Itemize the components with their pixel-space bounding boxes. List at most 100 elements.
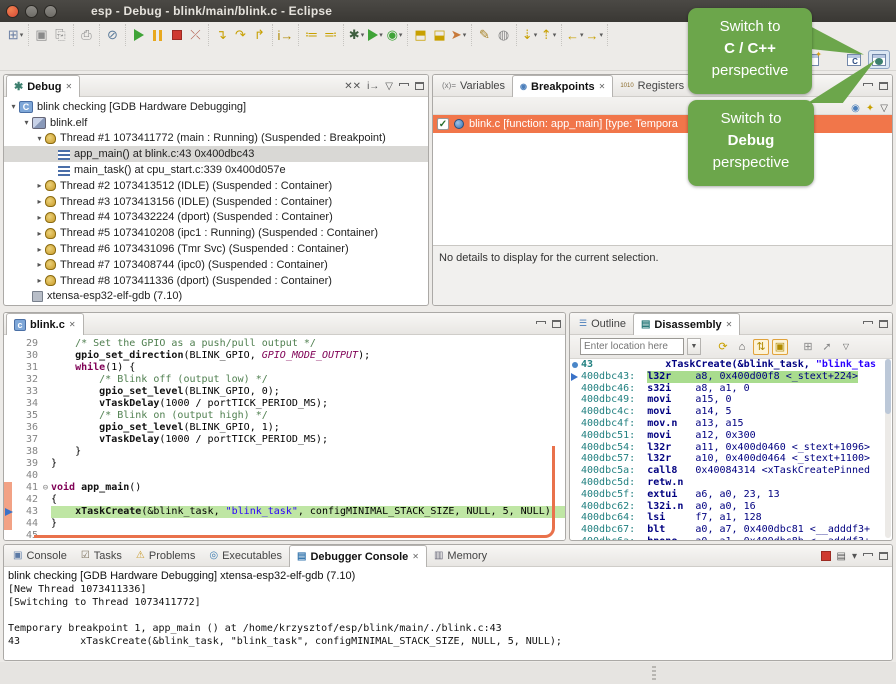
expander-icon[interactable]: ▸: [34, 245, 45, 254]
editor-line[interactable]: 38 }: [4, 446, 565, 458]
disassembly-line[interactable]: 43 xTaskCreate(&blink_task, "blink_tas: [570, 359, 885, 371]
editor-line[interactable]: 31 while(1) {: [4, 362, 565, 374]
maximize-view-icon[interactable]: [415, 82, 424, 90]
editor-line[interactable]: 42{: [4, 494, 565, 506]
dropdown-arrow-icon[interactable]: ▾: [379, 31, 383, 39]
expander-icon[interactable]: ▸: [34, 197, 45, 206]
close-tab-icon[interactable]: ✕: [599, 82, 606, 91]
tab-outline[interactable]: ☰Outline: [572, 313, 633, 334]
expander-icon[interactable]: ▸: [34, 213, 45, 222]
tab-tasks[interactable]: ☑Tasks: [74, 545, 129, 566]
view-menu-icon[interactable]: ▽: [880, 103, 888, 114]
external-tools-button[interactable]: ◉▾: [386, 26, 403, 44]
dropdown-arrow-icon[interactable]: ▾: [534, 31, 538, 39]
disassembly-line[interactable]: 400dbc67: blt a0, a7, 0x400dbc81 <__addd…: [570, 524, 885, 536]
search-button[interactable]: ✎: [476, 26, 493, 44]
dropdown-arrow-icon[interactable]: ▾: [463, 31, 467, 39]
open-new-view-icon[interactable]: ⊞: [800, 339, 816, 355]
editor-line[interactable]: 29 /* Set the GPIO as a push/pull output…: [4, 338, 565, 350]
step-return-button[interactable]: ↱: [251, 26, 268, 44]
expander-icon[interactable]: ▸: [34, 181, 45, 190]
save-button[interactable]: ▣: [33, 26, 50, 44]
code-editor[interactable]: 29 /* Set the GPIO as a push/pull output…: [4, 335, 565, 540]
debug-tree-item[interactable]: main_task() at cpu_start.c:339 0x400d057…: [4, 162, 428, 178]
tab-registers[interactable]: 1010Registers: [613, 75, 691, 96]
terminate-console-icon[interactable]: [821, 551, 831, 561]
dropdown-arrow-icon[interactable]: ▾: [361, 31, 365, 39]
disassembly-line[interactable]: 400dbc57: l32r a10, 0x400d0464 <_stext+1…: [570, 453, 885, 465]
minimize-view-icon[interactable]: [863, 83, 873, 86]
editor-line[interactable]: 32 /* Blink off (output low) */: [4, 374, 565, 386]
disassembly-line[interactable]: 400dbc6a: bnone a0, a1, 0x400dbc8b <__ad…: [570, 536, 885, 540]
instruction-stepping-button[interactable]: i→: [277, 26, 294, 44]
console-dropdown-icon[interactable]: ▾: [852, 551, 857, 562]
debug-tree-item[interactable]: ▾blink.elf: [4, 115, 428, 131]
disassembly-line[interactable]: 400dbc51: movi a12, 0x300: [570, 430, 885, 442]
previous-annotation-button[interactable]: ⇡▾: [540, 26, 557, 44]
next-annotation-button[interactable]: ⇣▾: [521, 26, 538, 44]
disconnect-button[interactable]: ⤫: [187, 26, 204, 44]
close-tab-icon[interactable]: ✕: [412, 552, 419, 561]
refresh-icon[interactable]: ⟳: [715, 339, 731, 355]
disassembly-line[interactable]: 400dbc4c: movi a14, 5: [570, 406, 885, 418]
dropdown-arrow-icon[interactable]: ▾: [600, 31, 604, 39]
editor-line[interactable]: 33 gpio_set_level(BLINK_GPIO, 0);: [4, 386, 565, 398]
use-step-filters-button[interactable]: ≔: [303, 26, 320, 44]
expander-icon[interactable]: ▾: [34, 134, 45, 143]
step-over-button[interactable]: ↷: [232, 26, 249, 44]
fold-marker-icon[interactable]: ⊖: [40, 482, 51, 494]
remove-terminated-icon[interactable]: ✕✕: [344, 81, 361, 92]
breakpoint-groups-icon[interactable]: ✦: [866, 103, 874, 114]
tab-console[interactable]: ▣Console: [6, 545, 74, 566]
location-dropdown[interactable]: ▼: [687, 338, 701, 355]
debug-tree-item[interactable]: ▸Thread #2 1073413512 (IDLE) (Suspended …: [4, 178, 428, 194]
editor-line[interactable]: 34 vTaskDelay(1000 / portTICK_PERIOD_MS)…: [4, 398, 565, 410]
editor-line[interactable]: 45: [4, 530, 565, 541]
debug-tree-item[interactable]: xtensa-esp32-elf-gdb (7.10): [4, 289, 428, 305]
forward-button[interactable]: →▾: [586, 26, 604, 44]
disassembly-line[interactable]: 400dbc5f: extui a6, a0, 23, 13: [570, 489, 885, 501]
flash-target-button[interactable]: ➤▾: [450, 26, 467, 44]
disassembly-line[interactable]: 400dbc62: l32i.n a0, a0, 16: [570, 501, 885, 513]
tab-executables[interactable]: ◎Executables: [202, 545, 289, 566]
debug-tree-item[interactable]: ▸Thread #7 1073408744 (ipc0) (Suspended …: [4, 257, 428, 273]
resume-button[interactable]: [130, 26, 147, 44]
tab-blink-c[interactable]: cblink.c✕: [6, 313, 84, 335]
tab-problems[interactable]: ⚠Problems: [129, 545, 202, 566]
maximize-window-button[interactable]: [44, 5, 57, 18]
editor-line[interactable]: 30 gpio_set_direction(BLINK_GPIO, GPIO_M…: [4, 350, 565, 362]
location-input[interactable]: [580, 338, 684, 355]
debug-tree-item[interactable]: ▾Thread #1 1073411772 (main : Running) (…: [4, 131, 428, 147]
sync-selection-icon[interactable]: ⇅: [753, 339, 769, 355]
close-tab-icon[interactable]: ✕: [69, 320, 76, 329]
tab-memory[interactable]: ▥Memory: [427, 545, 494, 566]
maximize-view-icon[interactable]: [552, 320, 561, 328]
maximize-view-icon[interactable]: [879, 320, 888, 328]
tab-breakpoints[interactable]: ◉Breakpoints✕: [512, 75, 613, 97]
disassembly-line[interactable]: 400dbc5a: call8 0x40084314 <xTaskCreateP…: [570, 465, 885, 477]
view-menu-icon[interactable]: ▽: [385, 81, 393, 92]
editor-line[interactable]: 35 /* Blink on (output high) */: [4, 410, 565, 422]
dropdown-arrow-icon[interactable]: ▾: [580, 31, 584, 39]
dropdown-arrow-icon[interactable]: ▾: [553, 31, 557, 39]
save-all-button[interactable]: ⎘: [52, 26, 69, 44]
link-active-context-icon[interactable]: ▣: [772, 339, 788, 355]
tab-disassembly[interactable]: ▤Disassembly✕: [633, 313, 740, 335]
debug-filters-button[interactable]: ≕: [322, 26, 339, 44]
disassembly-listing[interactable]: 43 xTaskCreate(&blink_task, "blink_tas40…: [570, 359, 885, 540]
minimize-view-icon[interactable]: [863, 321, 873, 324]
disassembly-line[interactable]: 400dbc43: l32r a8, 0x400d00f8 <_stext+22…: [570, 371, 885, 383]
home-icon[interactable]: ⌂: [734, 339, 750, 355]
expander-icon[interactable]: ▾: [8, 102, 19, 111]
run-button[interactable]: ▾: [367, 26, 384, 44]
maximize-view-icon[interactable]: [879, 82, 888, 90]
skip-all-breakpoints-button[interactable]: ⊘: [104, 26, 121, 44]
breakpoint-checkbox[interactable]: ✓: [437, 118, 449, 130]
debug-tree-item[interactable]: ▸Thread #6 1073431096 (Tmr Svc) (Suspend…: [4, 241, 428, 257]
disassembly-line[interactable]: 400dbc4f: mov.n a13, a15: [570, 418, 885, 430]
step-into-button[interactable]: ↴: [213, 26, 230, 44]
new-project-button[interactable]: ⬒: [412, 26, 429, 44]
tab-variables[interactable]: (x)=Variables: [435, 75, 512, 96]
disassembly-line[interactable]: 400dbc5d: retw.n: [570, 477, 885, 489]
debug-perspective-button[interactable]: [868, 50, 890, 69]
